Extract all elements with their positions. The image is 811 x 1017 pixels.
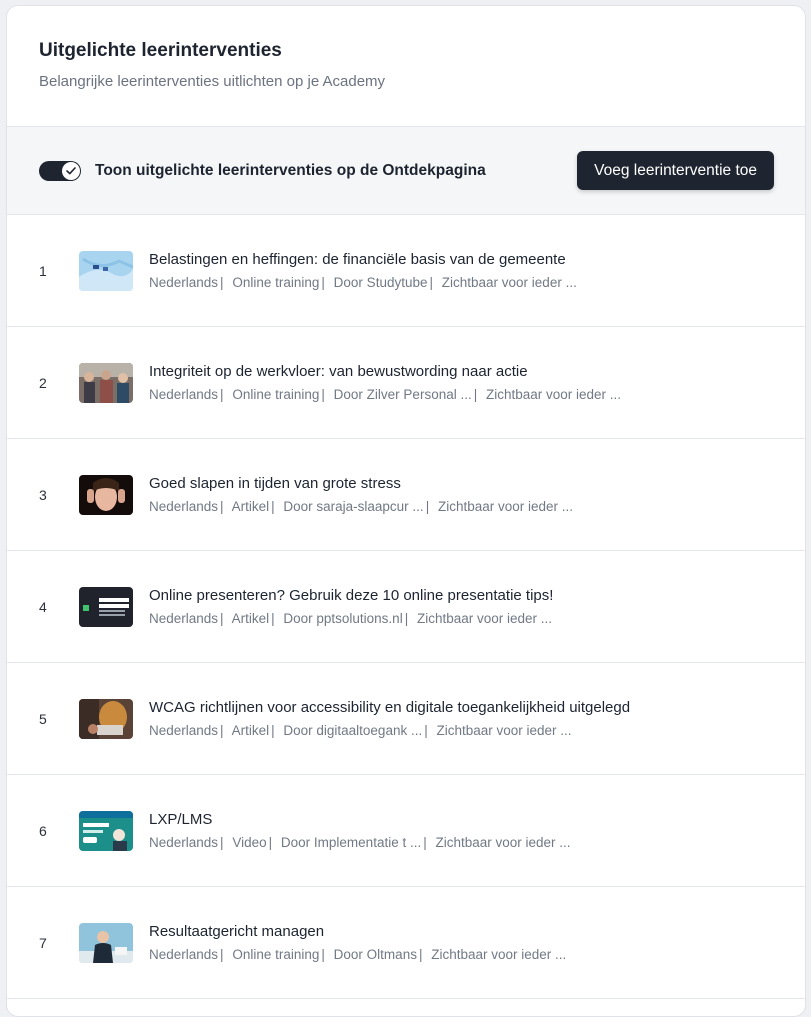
item-title[interactable]: WCAG richtlijnen voor accessibility en d… <box>149 698 630 718</box>
item-author: Door digitaaltoegank ... <box>283 722 423 738</box>
page-subtitle: Belangrijke leerinterventies uitlichten … <box>39 73 386 90</box>
show-featured-toggle[interactable] <box>39 160 81 181</box>
item-meta: Nederlands | Online training | Door Oltman… <box>149 946 567 962</box>
page-title: Uitgelichte leerinterventies <box>39 40 282 61</box>
thumbnail-image <box>79 474 133 515</box>
item-author: Door Studytube <box>333 274 428 290</box>
item-author: Door Zilver Personal ... <box>333 386 472 402</box>
thumbnail-image <box>79 586 133 627</box>
check-icon <box>66 166 76 174</box>
item-meta: Nederlands | Online training | Door Studyt… <box>149 274 577 290</box>
item-language: Nederlands <box>149 274 219 290</box>
thumbnail-image <box>79 362 133 403</box>
item-visibility: Zichtbaar voor ieder ... <box>437 498 574 514</box>
item-type: Online training <box>232 386 320 402</box>
item-rank: 6 <box>39 822 47 839</box>
item-visibility: Zichtbaar voor ieder ... <box>435 834 571 850</box>
item-title[interactable]: LXP/LMS <box>149 810 571 830</box>
item-meta: Nederlands | Artikel | Door digitaaltoegan… <box>149 722 572 738</box>
item-type: Video <box>232 834 267 850</box>
item-type: Artikel <box>231 498 270 514</box>
item-type: Artikel <box>231 722 270 738</box>
list-item[interactable]: 1 Belastingen en heffingen: de financiël… <box>7 215 805 327</box>
item-rank: 7 <box>39 934 47 951</box>
item-visibility: Zichtbaar voor ieder ... <box>436 722 572 738</box>
list-item[interactable]: 3 Goed slapen in tijden van grote stress… <box>7 439 805 551</box>
item-title[interactable]: Integriteit op de werkvloer: van bewustw… <box>149 362 621 382</box>
item-language: Nederlands <box>149 386 219 402</box>
show-featured-toggle-row: Toon uitgelichte leerinterventies op de … <box>39 160 486 181</box>
item-language: Nederlands <box>149 946 219 962</box>
item-language: Nederlands <box>149 610 219 626</box>
thumbnail-image <box>79 922 133 963</box>
item-title[interactable]: Resultaatgericht managen <box>149 922 566 942</box>
item-type: Artikel <box>231 610 270 626</box>
item-title[interactable]: Belastingen en heffingen: de financiële … <box>149 250 577 270</box>
add-intervention-button[interactable]: Voeg leerinterventie toe <box>577 151 774 190</box>
toolbar: Toon uitgelichte leerinterventies op de … <box>7 127 805 215</box>
item-rank: 3 <box>39 486 47 503</box>
item-meta: Nederlands | Video | Door Implementatie t … <box>149 834 571 850</box>
item-rank: 5 <box>39 710 47 727</box>
item-rank: 4 <box>39 598 47 615</box>
thumbnail-image <box>79 250 133 291</box>
item-type: Online training <box>232 946 320 962</box>
featured-interventions-card: Uitgelichte leerinterventies Belangrijke… <box>6 5 806 1017</box>
card-header: Uitgelichte leerinterventies Belangrijke… <box>7 6 805 127</box>
item-language: Nederlands <box>149 834 219 850</box>
thumbnail-image <box>79 810 133 851</box>
toggle-knob <box>62 161 80 180</box>
item-type: Online training <box>232 274 320 290</box>
list-item[interactable]: 2 Integriteit op de werkvloer: van bewus… <box>7 327 805 439</box>
list-item[interactable]: 6 LXP/LMS Nederlands | Video | Door Impl… <box>7 775 805 887</box>
item-meta: Nederlands | Artikel | Door saraja-slaapcu… <box>149 498 574 514</box>
item-visibility: Zichtbaar voor ieder ... <box>431 946 567 962</box>
item-author: Door saraja-slaapcur ... <box>283 498 424 514</box>
item-language: Nederlands <box>149 498 219 514</box>
item-meta: Nederlands | Online training | Door Zilver… <box>149 386 622 402</box>
item-title[interactable]: Goed slapen in tijden van grote stress <box>149 474 573 494</box>
item-rank: 1 <box>39 262 47 279</box>
list-item[interactable]: 5 WCAG richtlijnen voor accessibility en… <box>7 663 805 775</box>
item-author: Door Implementatie t ... <box>280 834 422 850</box>
thumbnail-image <box>79 698 133 739</box>
list-item[interactable]: 4 Online presenteren? Gebruik deze 10 on… <box>7 551 805 663</box>
item-language: Nederlands <box>149 722 219 738</box>
item-visibility: Zichtbaar voor ieder ... <box>441 274 577 290</box>
item-title[interactable]: Online presenteren? Gebruik deze 10 onli… <box>149 586 553 606</box>
item-author: Door Oltmans <box>333 946 417 962</box>
list-item[interactable]: 7 Resultaatgericht managen Nederlands | O… <box>7 887 805 999</box>
intervention-list: 1 Belastingen en heffingen: de financiël… <box>7 215 805 999</box>
toggle-label: Toon uitgelichte leerinterventies op de … <box>95 161 486 179</box>
item-author: Door pptsolutions.nl <box>283 610 403 626</box>
item-visibility: Zichtbaar voor ieder ... <box>486 386 622 402</box>
item-meta: Nederlands | Artikel | Door pptsolutions.n… <box>149 610 553 626</box>
item-rank: 2 <box>39 374 47 391</box>
item-visibility: Zichtbaar voor ieder ... <box>416 610 553 626</box>
